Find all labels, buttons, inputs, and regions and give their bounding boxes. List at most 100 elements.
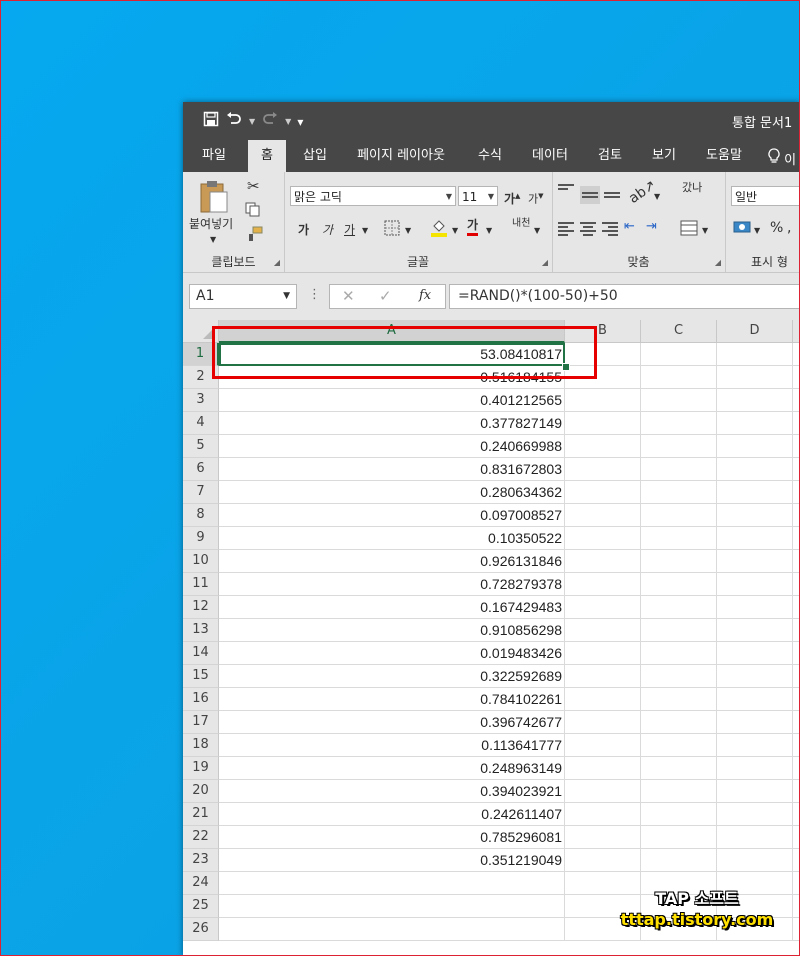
cell-a14[interactable]: 0.019483426 [219,642,565,665]
tab-page-layout[interactable]: 페이지 레이아웃 [348,140,454,172]
row-header-22[interactable]: 22 [183,826,219,849]
table-cell[interactable] [793,688,800,711]
number-format-select[interactable]: 일반 [731,186,800,206]
row-header-21[interactable]: 21 [183,803,219,826]
shrink-font-button[interactable]: 가▼ [528,188,544,208]
row-header-4[interactable]: 4 [183,412,219,435]
tab-insert[interactable]: 삽입 [295,140,335,172]
table-cell[interactable] [717,343,793,366]
row-header-12[interactable]: 12 [183,596,219,619]
table-cell[interactable] [641,458,717,481]
table-cell[interactable] [565,757,641,780]
fill-handle[interactable] [562,363,570,371]
table-cell[interactable] [641,343,717,366]
formula-input[interactable]: =RAND()*(100-50)+50 [449,284,800,309]
paste-button[interactable] [197,178,231,220]
table-cell[interactable] [641,550,717,573]
table-cell[interactable] [717,642,793,665]
tab-help[interactable]: 도움말 [695,140,753,172]
table-cell[interactable] [641,504,717,527]
row-header-15[interactable]: 15 [183,665,219,688]
table-cell[interactable] [793,734,800,757]
cell-a8[interactable]: 0.097008527 [219,504,565,527]
table-cell[interactable] [565,780,641,803]
table-cell[interactable] [793,527,800,550]
cell-a22[interactable]: 0.785296081 [219,826,565,849]
table-cell[interactable] [717,504,793,527]
table-cell[interactable] [641,366,717,389]
table-cell[interactable] [565,665,641,688]
table-cell[interactable] [793,918,800,941]
cell-a19[interactable]: 0.248963149 [219,757,565,780]
table-cell[interactable] [641,826,717,849]
row-header-1[interactable]: 1 [183,343,219,366]
cell-a25[interactable] [219,895,565,918]
table-cell[interactable] [793,550,800,573]
row-header-7[interactable]: 7 [183,481,219,504]
orientation-dropdown-icon[interactable]: ▼ [654,189,660,205]
table-cell[interactable] [793,665,800,688]
table-cell[interactable] [565,504,641,527]
font-color-button[interactable]: 가 [467,218,479,236]
save-icon[interactable] [203,111,219,132]
table-cell[interactable] [793,872,800,895]
undo-icon[interactable] [225,111,243,132]
table-cell[interactable] [641,619,717,642]
cell-a6[interactable]: 0.831672803 [219,458,565,481]
undo-dropdown-icon[interactable]: ▼ [249,117,255,126]
format-painter-icon[interactable] [247,226,263,246]
table-cell[interactable] [565,711,641,734]
cell-a9[interactable]: 0.10350522 [219,527,565,550]
table-cell[interactable] [641,734,717,757]
tab-data[interactable]: 데이터 [525,140,575,172]
cell-a24[interactable] [219,872,565,895]
cell-a17[interactable]: 0.396742677 [219,711,565,734]
table-cell[interactable] [641,412,717,435]
table-cell[interactable] [717,366,793,389]
table-cell[interactable] [717,596,793,619]
table-cell[interactable] [793,849,800,872]
cell-a20[interactable]: 0.394023921 [219,780,565,803]
table-cell[interactable] [641,596,717,619]
select-all-button[interactable] [183,320,219,343]
table-cell[interactable] [565,849,641,872]
cell-a3[interactable]: 0.401212565 [219,389,565,412]
table-cell[interactable] [641,803,717,826]
table-cell[interactable] [565,734,641,757]
phonetic-button[interactable]: 내천 [512,218,530,229]
cell-a13[interactable]: 0.910856298 [219,619,565,642]
tell-me-search[interactable]: 이 [768,148,796,168]
cell-a2[interactable]: 0.516184155 [219,366,565,389]
table-cell[interactable] [717,688,793,711]
row-header-2[interactable]: 2 [183,366,219,389]
clipboard-launcher-icon[interactable]: ◢ [274,258,280,267]
underline-button[interactable]: 가 [344,222,355,238]
table-cell[interactable] [565,527,641,550]
increase-indent-icon[interactable]: ⇥ [646,219,657,235]
table-cell[interactable] [717,757,793,780]
row-header-23[interactable]: 23 [183,849,219,872]
enter-icon[interactable]: ✓ [379,287,392,305]
cell-a15[interactable]: 0.322592689 [219,665,565,688]
cancel-icon[interactable]: ✕ [342,287,355,305]
table-cell[interactable] [793,780,800,803]
row-header-19[interactable]: 19 [183,757,219,780]
table-cell[interactable] [793,573,800,596]
cell-a4[interactable]: 0.377827149 [219,412,565,435]
cell-a26[interactable] [219,918,565,941]
table-cell[interactable] [641,688,717,711]
borders-button[interactable] [384,220,400,240]
table-cell[interactable] [793,343,800,366]
table-cell[interactable] [717,711,793,734]
column-header-a[interactable]: A [219,320,565,343]
row-header-20[interactable]: 20 [183,780,219,803]
table-cell[interactable] [717,550,793,573]
more-options-icon[interactable]: ⋮ [308,287,321,302]
wrap-text-button[interactable]: 갔나 [682,182,702,194]
row-header-18[interactable]: 18 [183,734,219,757]
bold-button[interactable]: 가 [298,222,309,238]
table-cell[interactable] [717,481,793,504]
table-cell[interactable] [565,458,641,481]
row-header-16[interactable]: 16 [183,688,219,711]
borders-dropdown-icon[interactable]: ▼ [405,223,411,239]
